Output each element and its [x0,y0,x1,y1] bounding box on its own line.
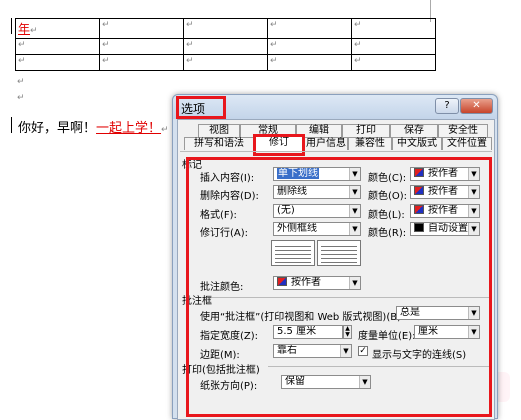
tab-divider [180,151,492,152]
tab-view[interactable]: 视图 [198,124,240,137]
table-cell[interactable]: ↵ [15,54,100,71]
table-cell[interactable]: ↵ [183,38,268,55]
close-button[interactable]: ✕ [460,98,493,114]
table-cell[interactable]: ↵ [99,18,184,39]
inserted-text: 一起上学！ [96,121,162,136]
paragraph-text: 你好，早啊！ [18,121,97,136]
tab-spelling[interactable]: 拼写和语法 [184,137,254,150]
help-button[interactable]: ? [435,98,459,114]
table-row: ↵ ↵ ↵ ↵ ↵ [15,54,436,71]
tab-compatibility[interactable]: 兼容性 [348,137,392,150]
tab-print[interactable]: 打印 [342,124,390,137]
table-cell[interactable]: ↵ [351,18,436,39]
highlight-box [253,134,305,156]
table-cell[interactable]: ↵ [351,38,436,55]
table-cell[interactable]: ↵ [99,38,184,55]
paragraph-mark: ↵ [17,77,25,87]
revision-bar [11,117,12,133]
tab-asian-typography[interactable]: 中文版式 [392,137,442,150]
inserted-text: 年 [18,22,31,36]
text-cursor [11,18,12,34]
tab-security[interactable]: 安全性 [438,124,488,137]
paragraph-mark: ↵ [17,93,25,103]
options-dialog: 选项 ? ✕ 视图 常规 编辑 打印 保存 安全性 拼写和语法 修订 用户信息 … [172,94,498,420]
document-paragraph[interactable]: 你好，早啊！一起上学！↵ [18,117,169,136]
tab-user-info[interactable]: 用户信息 [304,137,348,150]
table-cell[interactable]: ↵ [15,38,100,55]
table-row: 年↵ ↵ ↵ ↵ ↵ [15,18,436,39]
highlight-box [176,96,226,119]
table-row: ↵ ↵ ↵ ↵ ↵ [15,38,436,55]
table-cell[interactable]: ↵ [351,54,436,71]
tab-file-locations[interactable]: 文件位置 [442,137,492,150]
table-cell[interactable]: ↵ [267,18,352,39]
table-cell[interactable]: ↵ [99,54,184,71]
table-cell[interactable]: ↵ [267,54,352,71]
table-cell[interactable]: 年↵ [15,18,100,39]
table-cell[interactable]: ↵ [183,54,268,71]
document-table[interactable]: 年↵ ↵ ↵ ↵ ↵ ↵ ↵ ↵ ↵ ↵ ↵ ↵ ↵ ↵ ↵ [15,18,436,71]
table-cell[interactable]: ↵ [183,18,268,39]
title-bar[interactable]: 选项 ? ✕ [173,95,497,119]
highlight-box [186,157,492,417]
tab-save[interactable]: 保存 [390,124,438,137]
table-cell[interactable]: ↵ [267,38,352,55]
